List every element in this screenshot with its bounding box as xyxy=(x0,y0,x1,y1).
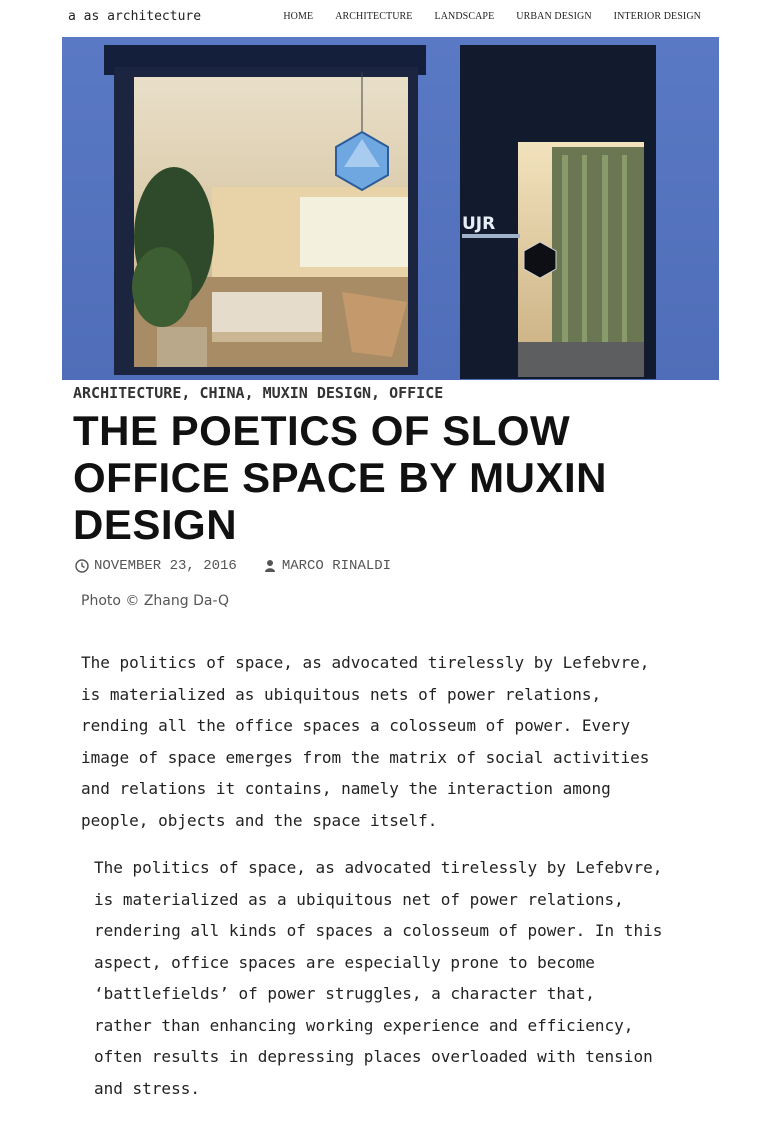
category-separator: , xyxy=(371,384,381,402)
site-title-link[interactable]: a as architecture xyxy=(68,9,201,24)
post-title: THE POETICS OF SLOW OFFICE SPACE BY MUXI… xyxy=(73,407,608,548)
category-office[interactable]: OFFICE xyxy=(389,384,443,402)
post-meta: NOVEMBER 23, 2016 MARCO RINALDI xyxy=(75,558,391,574)
nav-home[interactable]: HOME xyxy=(283,11,313,22)
brand-logo: UJR xyxy=(462,214,495,234)
nav-landscape[interactable]: LANDSCAPE xyxy=(435,11,495,22)
author-link[interactable]: MARCO RINALDI xyxy=(282,558,391,574)
post-author: MARCO RINALDI xyxy=(263,558,391,574)
category-china[interactable]: CHINA xyxy=(199,384,244,402)
post-date[interactable]: NOVEMBER 23, 2016 xyxy=(94,558,237,574)
hero-photo: UJR xyxy=(62,37,719,380)
category-separator: , xyxy=(181,384,191,402)
photo-credit: Photo © Zhang Da-Q xyxy=(81,593,230,609)
main-nav: HOME ARCHITECTURE LANDSCAPE URBAN DESIGN… xyxy=(283,11,701,22)
body-paragraph: The politics of space, as advocated tire… xyxy=(81,653,650,830)
category-architecture[interactable]: ARCHITECTURE xyxy=(73,384,181,402)
user-icon xyxy=(264,560,275,572)
post-categories: ARCHITECTURE, CHINA, MUXIN DESIGN, OFFIC… xyxy=(73,384,443,402)
body-paragraph: The politics of space, as advocated tire… xyxy=(94,858,663,1098)
category-muxin-design[interactable]: MUXIN DESIGN xyxy=(263,384,371,402)
clock-icon xyxy=(75,559,89,573)
hero-image: UJR xyxy=(62,37,719,380)
nav-urban-design[interactable]: URBAN DESIGN xyxy=(516,11,591,22)
category-separator: , xyxy=(244,384,254,402)
nav-interior-design[interactable]: INTERIOR DESIGN xyxy=(614,11,701,22)
nav-architecture[interactable]: ARCHITECTURE xyxy=(335,11,412,22)
site-header: a as architecture HOME ARCHITECTURE LAND… xyxy=(62,0,719,37)
